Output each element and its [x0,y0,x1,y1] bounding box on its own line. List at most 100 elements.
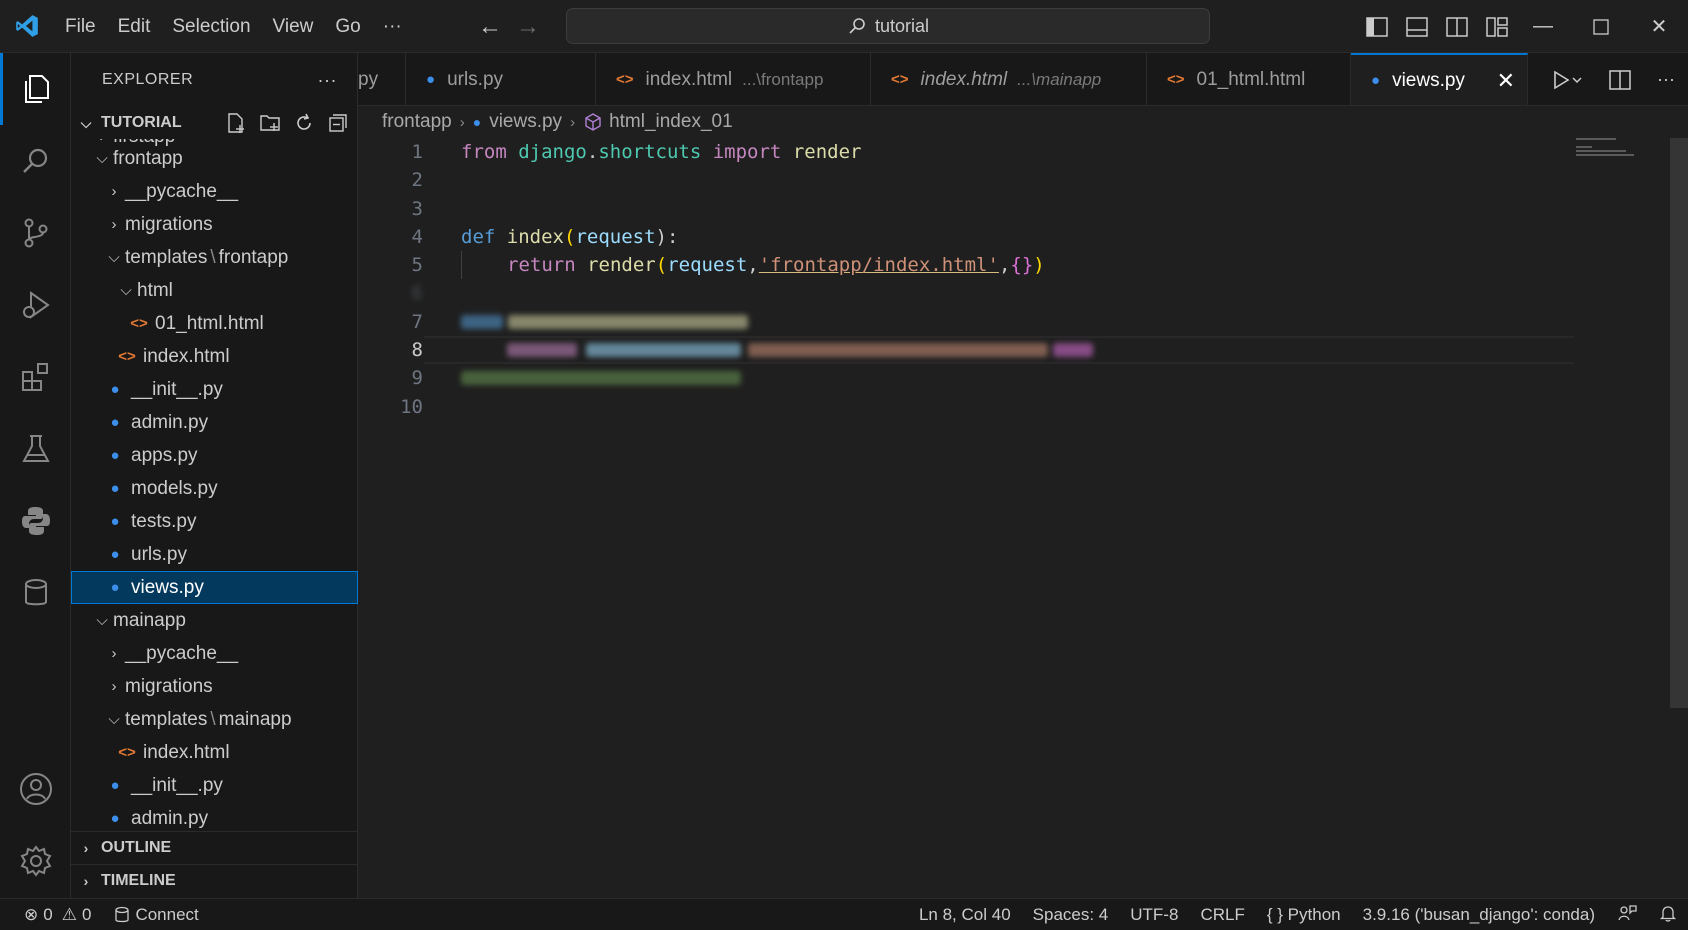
chevron-down-icon: ⌵ [80,114,92,131]
timeline-section-header[interactable]: › TIMELINE [71,864,358,897]
problems-indicator[interactable]: ⊗ 0 ⚠ 0 [24,905,91,925]
command-center-search[interactable]: tutorial [566,8,1210,44]
minimap-line [1576,138,1616,140]
tree-item-folder[interactable]: › __pycache__ [71,637,358,670]
breadcrumb-file[interactable]: views.py [489,111,562,133]
html-file-icon: <> [891,71,909,88]
python-file-icon: ● [110,579,120,596]
outline-section-header[interactable]: › OUTLINE [71,831,358,864]
breadcrumb-folder[interactable]: frontapp [382,111,452,133]
tab-views-py-active[interactable]: ● views.py ✕ [1351,53,1528,105]
new-file-icon[interactable] [225,112,247,134]
tree-item-file-selected[interactable]: ● views.py [71,571,358,604]
refresh-icon[interactable] [293,112,315,134]
tab-partial[interactable]: py [358,53,406,105]
tree-item-folder[interactable]: › __pycache__ [71,175,358,208]
tree-item-folder[interactable]: ⌵ templates \ mainapp [71,703,358,736]
python-interpreter[interactable]: 3.9.16 ('busan_django': conda) [1352,905,1606,925]
collapse-all-icon[interactable] [327,112,349,134]
python-file-icon: ● [426,71,436,88]
close-tab-icon[interactable]: ✕ [1497,68,1515,94]
menu-view[interactable]: View [262,0,325,53]
status-bar: ⊗ 0 ⚠ 0 Connect Ln 8, Col 40 Spaces: 4 U… [0,898,1688,930]
chevron-down-icon: ⌵ [96,150,108,167]
html-file-icon: <> [118,348,136,365]
explorer-icon[interactable] [0,53,71,125]
tree-item-file[interactable]: ● urls.py [71,538,358,571]
toggle-panel-icon[interactable] [1406,16,1428,37]
line-number: 7 [411,311,423,333]
feedback-icon[interactable] [1606,904,1648,927]
testing-flask-icon[interactable] [0,413,71,485]
tree-item-folder[interactable]: ⌵ frontapp [71,142,358,175]
tab-01-html[interactable]: <> 01_html.html [1147,53,1351,105]
cursor-position[interactable]: Ln 8, Col 40 [908,905,1022,925]
tree-item-folder[interactable]: › migrations [71,208,358,241]
workspace-root-header[interactable]: ⌵ TUTORIAL [71,107,357,139]
python-icon[interactable] [0,485,71,557]
language-mode[interactable]: { } Python [1256,905,1352,925]
connect-button[interactable]: Connect [115,905,199,925]
menu-file[interactable]: File [54,0,107,53]
more-actions-icon[interactable]: ··· [1657,69,1675,90]
workspace-root-label: TUTORIAL [101,114,182,131]
breadcrumb-symbol[interactable]: html_index_01 [609,111,733,133]
vertical-scrollbar[interactable] [1670,138,1688,708]
editor-tab-bar: py ● urls.py <> index.html ...\frontapp … [358,53,1688,106]
settings-gear-icon[interactable] [0,825,71,897]
encoding[interactable]: UTF-8 [1119,905,1189,925]
html-file-icon: <> [130,315,148,332]
source-control-icon[interactable] [0,197,71,269]
tree-item-folder[interactable]: ⌵ mainapp [71,604,358,637]
tree-item-file[interactable]: ● __init__.py [71,373,358,406]
close-window-button[interactable]: ✕ [1630,0,1688,53]
tree-item-file[interactable]: ● models.py [71,472,358,505]
line-number-current: 8 [411,339,423,361]
tree-item-folder[interactable]: ⌵ templates \ frontapp [71,241,358,274]
tab-urls-py[interactable]: ● urls.py [406,53,596,105]
tree-item-file[interactable]: <> 01_html.html [71,307,358,340]
title-bar: File Edit Selection View Go ··· ← → tuto… [0,0,1688,53]
database-icon[interactable] [0,557,71,629]
minimize-button[interactable]: — [1514,0,1572,53]
chevron-down-icon: ⌵ [108,711,120,728]
line-number: 3 [411,198,423,220]
end-of-line[interactable]: CRLF [1189,905,1255,925]
chevron-right-icon: › [570,113,576,131]
tree-item-file[interactable]: ● tests.py [71,505,358,538]
explorer-more-button[interactable]: ··· [318,70,337,91]
notifications-bell-icon[interactable] [1648,904,1688,927]
chevron-down-icon: ⌵ [108,249,120,266]
menu-selection[interactable]: Selection [161,0,261,53]
tree-item-folder[interactable]: › migrations [71,670,358,703]
indentation[interactable]: Spaces: 4 [1022,905,1120,925]
tree-item-file[interactable]: ● admin.py [71,406,358,439]
run-debug-icon[interactable] [0,269,71,341]
toggle-primary-sidebar-icon[interactable] [1366,16,1388,37]
split-editor-icon[interactable] [1609,69,1631,90]
new-folder-icon[interactable] [259,112,281,134]
tree-item-file[interactable]: <> index.html [71,340,358,373]
extensions-icon[interactable] [0,341,71,413]
maximize-button[interactable] [1572,0,1630,53]
menu-go[interactable]: Go [324,0,371,53]
menu-more-button[interactable]: ··· [372,0,413,53]
tab-index-html-frontapp[interactable]: <> index.html ...\frontapp [596,53,871,105]
search-icon[interactable] [0,125,71,197]
code-editor[interactable]: 1 2 3 4 5 6 7 8 9 10 from django.shortcu… [358,138,1688,898]
customize-layout-icon[interactable] [1486,16,1508,37]
forward-arrow-icon[interactable]: → [516,13,540,41]
menu-edit[interactable]: Edit [107,0,162,53]
blurred-code [1053,343,1093,357]
chevron-right-icon: › [111,216,117,233]
tree-item-file[interactable]: ● __init__.py [71,769,358,802]
toggle-secondary-sidebar-icon[interactable] [1446,16,1468,37]
tree-item-file[interactable]: <> index.html [71,736,358,769]
back-arrow-icon[interactable]: ← [478,13,502,41]
tree-item-folder[interactable]: ⌵ html [71,274,358,307]
account-icon[interactable] [0,753,71,825]
tab-index-html-mainapp[interactable]: <> index.html ...\mainapp [871,53,1147,105]
run-python-file-icon[interactable] [1551,70,1583,90]
tree-item-file[interactable]: ● apps.py [71,439,358,472]
warning-icon: ⚠ [61,904,77,924]
